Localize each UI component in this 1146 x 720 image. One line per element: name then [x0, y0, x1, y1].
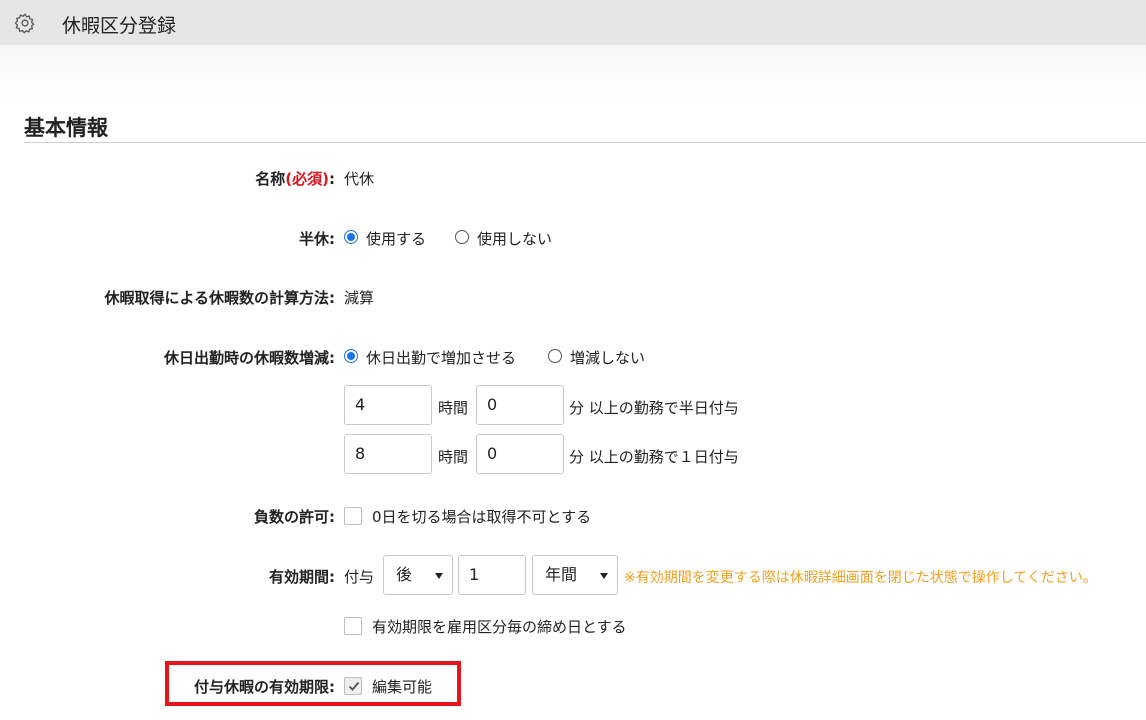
granted-validity-checkbox-label[interactable]: 編集可能 [372, 676, 432, 697]
check-icon [348, 681, 360, 691]
half-day-nouse-radio[interactable] [455, 230, 469, 244]
chevron-down-icon [600, 573, 608, 579]
holiday-work-increase-label[interactable]: 休日出勤で増加させる [366, 347, 516, 368]
validity-prefix: 付与 [344, 568, 375, 586]
holiday-work-label: 休日出勤時の休暇数増減: [164, 349, 335, 367]
required-marker: (必須) [285, 170, 329, 188]
calc-method-value: 減算 [344, 289, 375, 307]
half-day-use-label[interactable]: 使用する [366, 228, 426, 249]
half-day-minutes-input[interactable]: 0 [476, 385, 564, 425]
hours-unit-label: 時間 [438, 448, 469, 466]
negative-checkbox-label[interactable]: 0日を切る場合は取得不可とする [372, 506, 591, 527]
validity-label: 有効期間: [269, 568, 335, 586]
granted-validity-label: 付与休暇の有効期限: [194, 678, 335, 696]
validity-timing-select[interactable]: 後 [383, 555, 453, 595]
full-day-minutes-input[interactable]: 0 [476, 434, 564, 474]
full-day-hours-input[interactable]: 8 [344, 434, 432, 474]
half-day-hours-input[interactable]: 4 [344, 385, 432, 425]
section-title: 基本情報 [24, 116, 108, 140]
chevron-down-icon [435, 573, 443, 579]
title-bar: 休暇区分登録 [0, 0, 1146, 45]
negative-checkbox[interactable] [344, 507, 362, 525]
closing-day-checkbox-label[interactable]: 有効期限を雇用区分毎の締め日とする [372, 616, 627, 637]
holiday-work-none-radio[interactable] [548, 349, 562, 363]
hours-unit-label: 時間 [438, 399, 469, 417]
header-gradient [0, 45, 1146, 105]
name-label: 名称(必須): [255, 170, 335, 188]
gear-icon[interactable] [14, 12, 36, 34]
half-day-use-radio[interactable] [344, 230, 358, 244]
half-day-nouse-label[interactable]: 使用しない [477, 228, 552, 249]
holiday-work-none-label[interactable]: 増減しない [570, 347, 645, 368]
name-value: 代休 [344, 170, 375, 188]
half-day-label: 半休: [299, 230, 335, 248]
section-divider [24, 142, 1146, 143]
granted-validity-checkbox[interactable] [344, 677, 362, 695]
validity-warning-note: ※有効期間を変更する際は休暇詳細画面を閉じた状態で操作してください。 [624, 570, 1097, 586]
calc-method-label: 休暇取得による休暇数の計算方法: [104, 289, 335, 307]
validity-unit-select[interactable]: 年間 [532, 555, 618, 595]
negative-label: 負数の許可: [254, 508, 335, 526]
full-day-rule-text: 分 以上の勤務で１日付与 [569, 448, 739, 466]
validity-timing-value: 後 [396, 565, 413, 584]
holiday-work-increase-radio[interactable] [344, 349, 358, 363]
closing-day-checkbox[interactable] [344, 617, 362, 635]
page-title: 休暇区分登録 [62, 15, 177, 37]
validity-unit-value: 年間 [545, 565, 578, 584]
validity-amount-input[interactable]: 1 [458, 555, 526, 595]
half-day-rule-text: 分 以上の勤務で半日付与 [569, 399, 739, 417]
